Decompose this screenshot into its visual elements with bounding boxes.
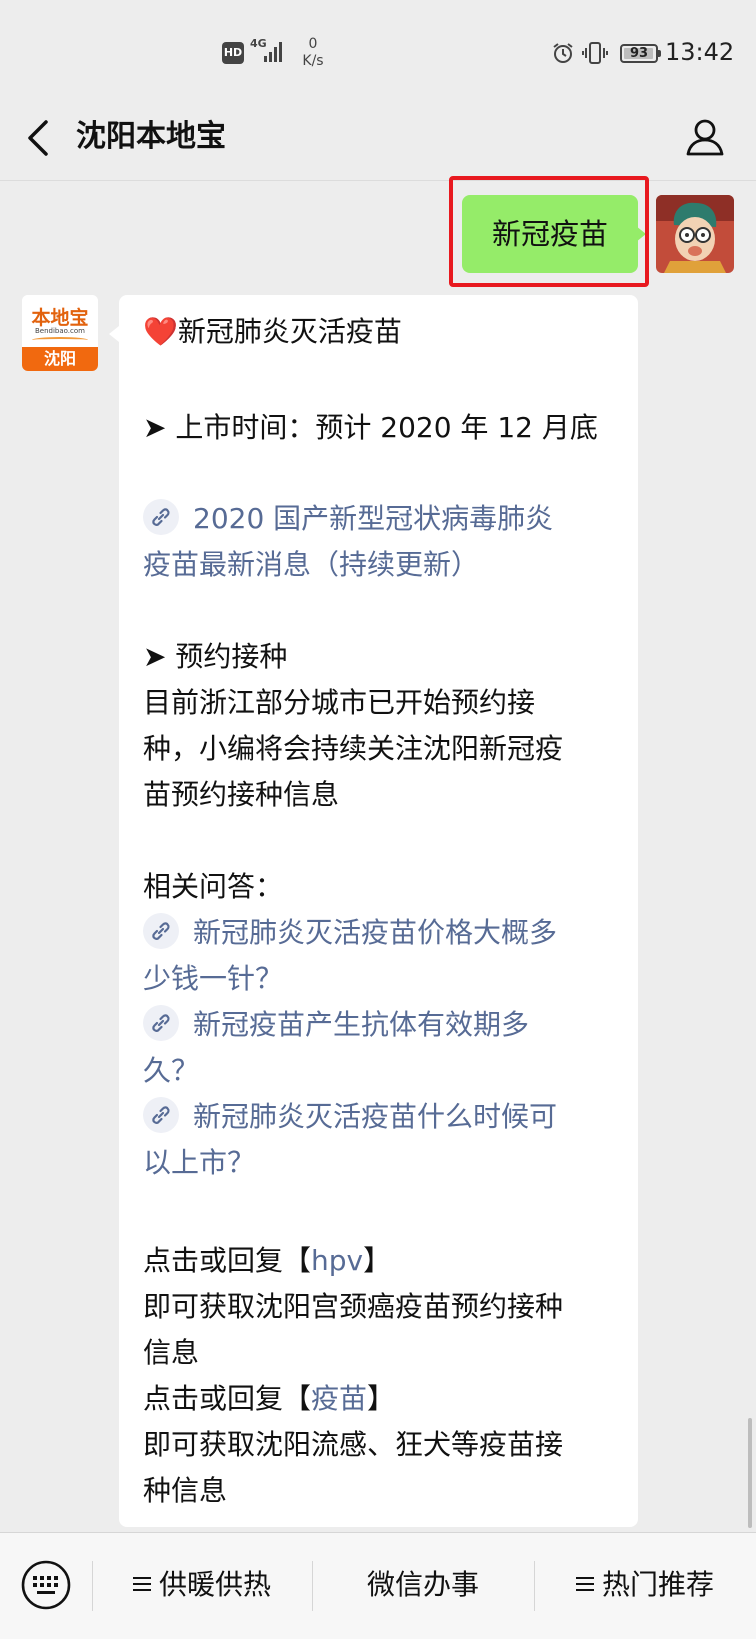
- bot-avatar[interactable]: 本地宝 Bendibao.com 沈阳: [22, 295, 98, 371]
- vaccine-prefix: 点击或回复【: [143, 1382, 312, 1415]
- hpv-keyword-link[interactable]: hpv: [311, 1244, 363, 1277]
- launch-time-line: ➤ 上市时间：预计 2020 年 12 月底: [143, 411, 598, 444]
- booking-text-1: 目前浙江部分城市已开始预约接: [143, 686, 536, 719]
- faq-link-launch-continued[interactable]: 以上市？: [143, 1140, 255, 1186]
- booking-text-2: 种，小编将会持续关注沈阳新冠疫: [143, 732, 564, 765]
- link-icon: [143, 913, 179, 949]
- reply-heading-text: 新冠肺炎灭活疫苗: [177, 315, 402, 348]
- status-bar: HD 4G 0 K/s 93 13:42: [0, 0, 756, 96]
- highlight-annotation: [449, 176, 649, 287]
- clock: 13:42: [665, 38, 735, 66]
- reply-heading: ❤️新冠肺炎灭活疫苗: [143, 309, 402, 355]
- hpv-text-2: 信息: [143, 1336, 200, 1369]
- vaccine-suffix: 】: [367, 1382, 396, 1415]
- alarm-icon: [553, 43, 573, 63]
- heart-icon: ❤️: [143, 315, 178, 348]
- vaccine-text-2: 种信息: [143, 1474, 228, 1507]
- bottom-menu: 供暖供热 微信办事 热门推荐: [0, 1532, 756, 1639]
- link-icon: [143, 1097, 179, 1133]
- faq-link-price-continued[interactable]: 少钱一针？: [143, 956, 283, 1002]
- speed-unit: K/s: [302, 53, 324, 69]
- cartoon-avatar-icon: [656, 195, 734, 273]
- chat-title: 沈阳本地宝: [76, 119, 226, 154]
- booking-text-3: 苗预约接种信息: [143, 778, 340, 811]
- user-avatar[interactable]: [656, 195, 734, 273]
- vaccine-instruction: 点击或回复【疫苗】: [143, 1376, 395, 1422]
- hd-badge: HD: [222, 42, 244, 64]
- menu-wechat-services-label: 微信办事: [366, 1568, 479, 1601]
- avatar-logo: 本地宝: [31, 307, 89, 329]
- battery-icon: 93: [620, 44, 658, 63]
- link-icon: [143, 1005, 179, 1041]
- hpv-prefix: 点击或回复【: [143, 1244, 312, 1277]
- hpv-suffix: 】: [363, 1244, 392, 1277]
- menu-wechat-services[interactable]: 微信办事: [312, 1557, 534, 1613]
- keyboard-icon[interactable]: [20, 1559, 72, 1611]
- avatar-subtitle: Bendibao.com: [34, 327, 85, 335]
- hpv-text-1: 即可获取沈阳宫颈癌疫苗预约接种: [143, 1290, 564, 1323]
- network-speed: 0 K/s: [298, 36, 328, 70]
- menu-heating[interactable]: 供暖供热: [92, 1557, 312, 1613]
- menu-list-icon: [575, 1576, 594, 1592]
- news-link[interactable]: 2020 国产新型冠状病毒肺炎: [143, 496, 553, 542]
- chat-header: 沈阳本地宝: [0, 96, 756, 181]
- menu-heating-label: 供暖供热: [158, 1568, 271, 1601]
- faq-link-launch-text[interactable]: 新冠肺炎灭活疫苗什么时候可: [193, 1100, 557, 1133]
- faq-link-price-text[interactable]: 新冠肺炎灭活疫苗价格大概多: [193, 916, 557, 949]
- bubble-tail: [109, 326, 119, 342]
- hpv-instruction: 点击或回复【hpv】: [143, 1238, 391, 1284]
- menu-list-icon: [132, 1576, 151, 1592]
- faq-link-antibody[interactable]: 新冠疫苗产生抗体有效期多: [143, 1002, 529, 1048]
- chevron-left-icon[interactable]: [24, 118, 52, 158]
- news-link-continued[interactable]: 疫苗最新消息（持续更新）: [143, 542, 479, 588]
- faq-link-antibody-continued[interactable]: 久？: [143, 1048, 199, 1094]
- vaccine-keyword-link[interactable]: 疫苗: [311, 1382, 367, 1415]
- faq-link-antibody-text[interactable]: 新冠疫苗产生抗体有效期多: [193, 1008, 529, 1041]
- avatar-city: 沈阳: [22, 347, 98, 371]
- faq-link-price[interactable]: 新冠肺炎灭活疫苗价格大概多: [143, 910, 557, 956]
- battery-level: 93: [629, 46, 649, 61]
- person-icon[interactable]: [684, 116, 726, 158]
- faq-link-launch[interactable]: 新冠肺炎灭活疫苗什么时候可: [143, 1094, 557, 1140]
- speed-value: 0: [308, 36, 318, 52]
- news-link-text-1[interactable]: 2020 国产新型冠状病毒肺炎: [193, 502, 553, 535]
- vibrate-icon: [582, 42, 608, 64]
- faq-heading: 相关问答：: [143, 870, 284, 903]
- vaccine-text-1: 即可获取沈阳流感、狂犬等疫苗接: [143, 1428, 564, 1461]
- signal-icon: [264, 42, 282, 62]
- link-icon: [143, 499, 179, 535]
- booking-heading: ➤ 预约接种: [143, 640, 288, 673]
- menu-hot-recommend-label: 热门推荐: [601, 1568, 714, 1601]
- scrollbar[interactable]: [748, 1418, 752, 1528]
- menu-hot-recommend[interactable]: 热门推荐: [534, 1557, 756, 1613]
